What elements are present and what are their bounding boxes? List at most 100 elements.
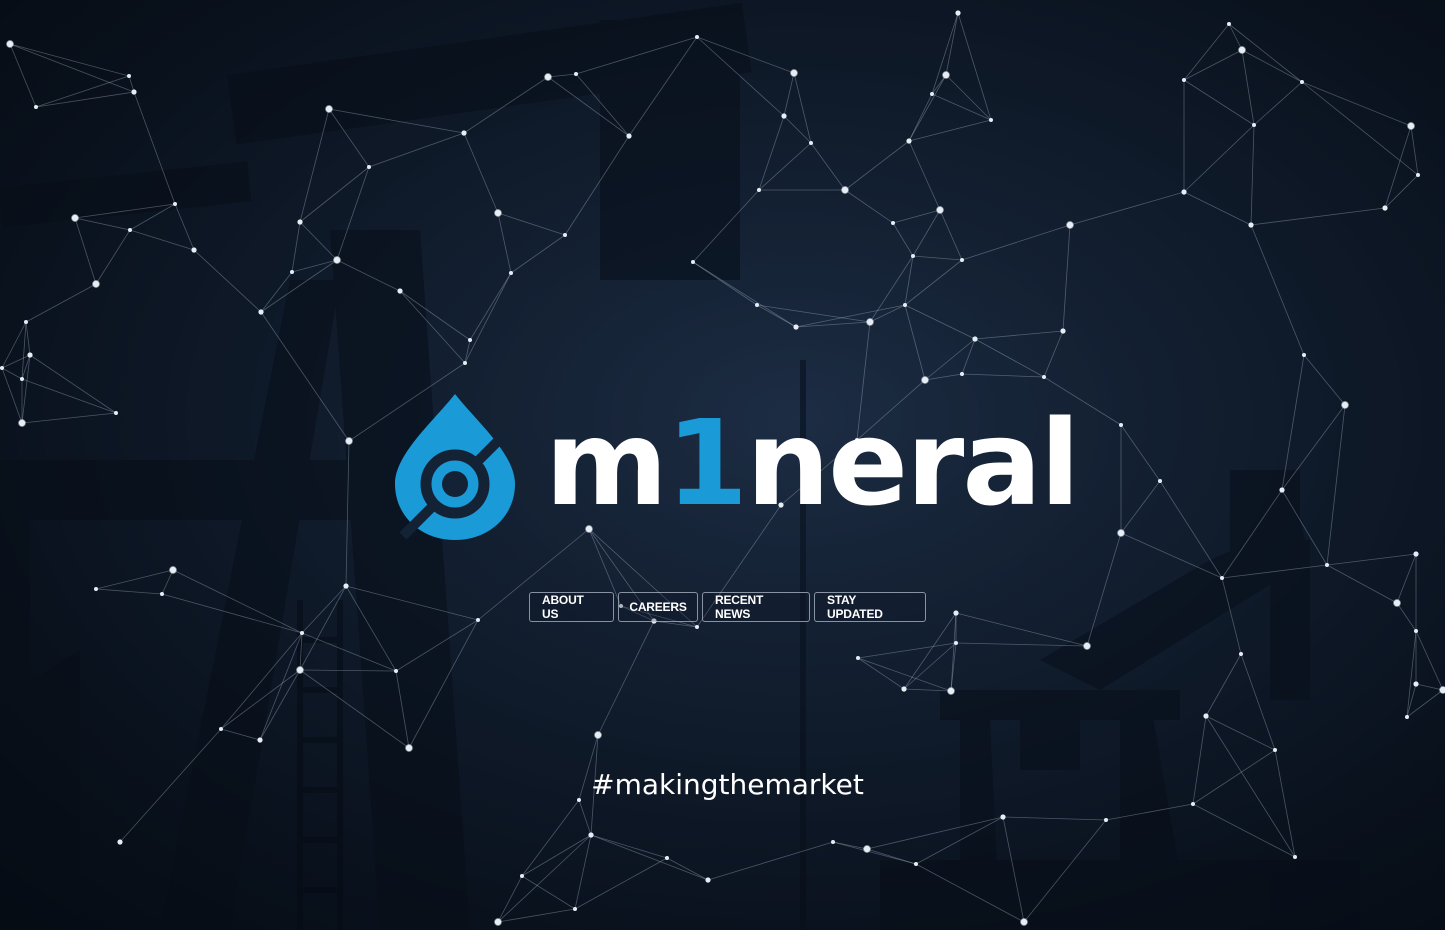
network-node: [573, 907, 577, 911]
network-link: [903, 688, 952, 692]
network-link: [21, 321, 27, 380]
network-node: [891, 221, 895, 225]
network-link: [1250, 224, 1305, 356]
network-node: [695, 35, 699, 39]
network-link: [1250, 124, 1255, 226]
network-link: [1410, 125, 1419, 176]
network-node: [588, 832, 594, 838]
network-link: [1120, 532, 1223, 579]
network-link: [259, 632, 303, 741]
droplet-target-icon: [395, 394, 517, 540]
network-link: [35, 75, 130, 108]
network-link: [832, 841, 868, 850]
hero-section: m1neral ABOUT US CAREERS RECENT NEWS STA…: [0, 0, 1445, 930]
network-node: [1020, 918, 1028, 926]
network-node: [468, 338, 472, 342]
network-link: [939, 209, 963, 261]
network-link: [931, 93, 992, 121]
network-node: [1239, 652, 1243, 656]
network-node: [333, 256, 341, 264]
network-link: [29, 354, 117, 414]
network-link: [1241, 49, 1303, 83]
network-link: [497, 212, 566, 236]
network-link: [1281, 354, 1305, 491]
network-link: [9, 43, 135, 93]
network-link: [1192, 803, 1296, 858]
network-link: [1326, 564, 1398, 604]
nav-careers-button[interactable]: CAREERS: [618, 592, 698, 622]
network-node: [1413, 551, 1419, 557]
network-node: [325, 105, 333, 113]
network-node: [1273, 748, 1277, 752]
network-link: [161, 569, 174, 595]
network-link: [1221, 564, 1328, 579]
network-link: [1415, 683, 1444, 691]
m1neral-logo[interactable]: m1neral: [393, 392, 1080, 542]
nav-recent-news-button[interactable]: RECENT NEWS: [702, 592, 810, 622]
network-node: [128, 228, 132, 232]
network-link: [832, 841, 917, 865]
network-link: [161, 593, 303, 634]
network-link: [547, 76, 630, 137]
network-link: [1281, 489, 1328, 566]
network-node: [1405, 715, 1409, 719]
network-node: [1293, 855, 1297, 859]
network-node: [942, 71, 950, 79]
network-link: [1183, 23, 1230, 81]
network-node: [1279, 487, 1285, 493]
network-link: [1326, 404, 1346, 566]
network-link: [564, 135, 630, 236]
network-node: [219, 727, 223, 731]
network-link: [696, 36, 795, 74]
network-node: [461, 130, 467, 136]
network-link: [793, 72, 812, 144]
network-link: [1396, 553, 1417, 604]
network-link: [892, 209, 941, 224]
network-link: [328, 108, 370, 168]
network-node: [1414, 629, 1418, 633]
network-node: [936, 206, 944, 214]
network-link: [1120, 424, 1161, 482]
network-link: [95, 588, 163, 595]
network-node: [0, 366, 4, 370]
network-link: [299, 669, 410, 749]
nav-about-us-button[interactable]: ABOUT US: [529, 592, 614, 622]
network-node: [1439, 686, 1445, 694]
network-link: [908, 74, 947, 142]
network-link: [1105, 803, 1194, 821]
brand-name-accent: 1: [665, 394, 748, 532]
network-link: [892, 222, 914, 257]
network-link: [904, 304, 926, 381]
network-node: [18, 419, 26, 427]
network-node: [463, 361, 467, 365]
network-link: [1406, 689, 1444, 718]
network-link: [408, 619, 479, 749]
network-node: [903, 303, 907, 307]
network-link: [299, 669, 397, 672]
nav-stay-updated-button[interactable]: STAY UPDATED: [814, 592, 926, 622]
network-link: [220, 632, 303, 730]
network-node: [793, 324, 799, 330]
network-link: [1241, 49, 1255, 126]
network-link: [345, 585, 479, 621]
network-link: [74, 217, 131, 231]
network-link: [961, 373, 1045, 378]
network-link: [291, 221, 301, 273]
network-node: [921, 376, 929, 384]
brand-wordmark: m1neral: [545, 388, 1080, 538]
network-link: [912, 209, 941, 257]
network-node: [1119, 423, 1123, 427]
network-link: [1406, 630, 1417, 718]
network-link: [578, 799, 592, 836]
network-node: [1302, 353, 1306, 357]
network-node: [1300, 80, 1304, 84]
network-link: [783, 115, 812, 144]
network-node: [1117, 529, 1125, 537]
network-link: [1, 321, 27, 369]
network-link: [1043, 330, 1064, 378]
network-node: [960, 258, 964, 262]
network-node: [258, 309, 264, 315]
network-node: [1227, 22, 1231, 26]
network-link: [597, 620, 655, 736]
network-link: [521, 834, 592, 877]
